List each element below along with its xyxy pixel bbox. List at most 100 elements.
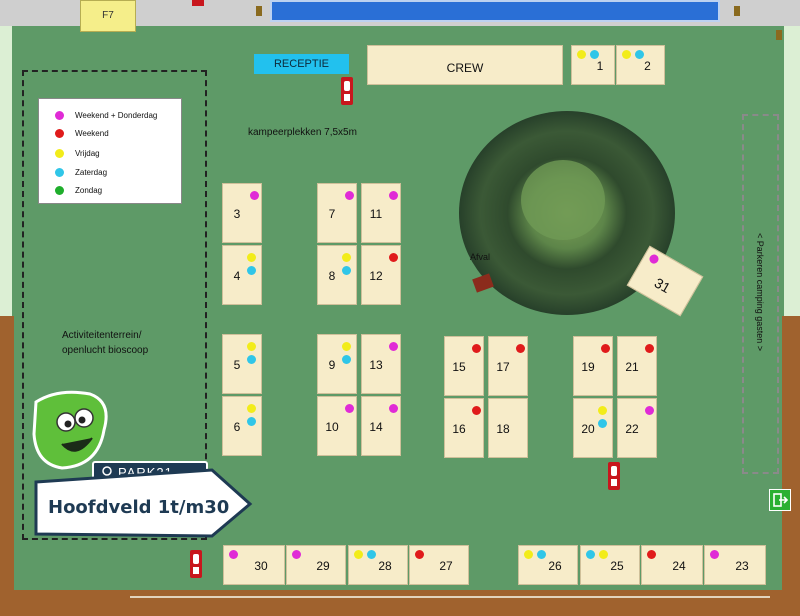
camping-plot-3: 3 [222, 183, 262, 243]
camping-plot-4: 4 [222, 245, 262, 305]
camping-plot-1: 1 [571, 45, 615, 85]
camping-plot-2: 2 [616, 45, 665, 85]
plot-number: 22 [625, 422, 639, 436]
plot-day-dot [342, 342, 351, 351]
bottom-dirt-border [0, 590, 800, 616]
plot-day-dot [389, 404, 398, 413]
plot-day-dot [472, 406, 481, 415]
fire-extinguisher-icon [190, 550, 202, 578]
camping-plot-29: 29 [286, 545, 346, 585]
plot-day-dot [598, 406, 607, 415]
camping-plot-10: 10 [317, 396, 357, 456]
plot-number: 18 [496, 422, 510, 436]
crew-area: CREW [367, 45, 563, 85]
plot-number: 7 [328, 207, 336, 221]
camping-plot-6: 6 [222, 396, 262, 456]
camping-plot-14: 14 [361, 396, 401, 456]
plot-number: 26 [548, 559, 562, 573]
plot-day-dot [635, 50, 644, 59]
water-pool [270, 0, 720, 22]
activity-area-label-line2: openlucht bioscoop [62, 345, 149, 356]
plot-day-dot [415, 550, 424, 559]
plot-number: 27 [439, 559, 453, 573]
plot-day-dot [590, 50, 599, 59]
exit-sign-icon [769, 489, 791, 511]
plot-number: 5 [233, 358, 241, 372]
camping-plot-30: 30 [223, 545, 285, 585]
plot-number: 28 [378, 559, 392, 573]
plot-day-dot [472, 344, 481, 353]
plot-number: 16 [452, 422, 466, 436]
activity-area-label-line1: Activiteitenterrein/ [62, 330, 142, 341]
plot-day-dot [524, 550, 533, 559]
plot-number: 21 [625, 360, 639, 374]
left-green-border [0, 26, 12, 316]
right-green-border [784, 26, 800, 316]
plot-number: 11 [369, 207, 383, 221]
plot-number: 9 [328, 358, 336, 372]
bottom-path [130, 596, 770, 598]
camping-plot-25: 25 [580, 545, 640, 585]
f7-label: F7 [102, 10, 114, 21]
plot-number: 17 [496, 360, 510, 374]
plot-number: 15 [452, 360, 466, 374]
fence-post [776, 30, 782, 40]
reception: RECEPTIE [254, 54, 349, 74]
fence-post [256, 6, 262, 16]
plot-number: 1 [596, 59, 604, 73]
plot-number: 20 [581, 422, 595, 436]
plot-day-dot [389, 342, 398, 351]
plot-number: 13 [369, 358, 383, 372]
f7-area: F7 [80, 0, 136, 32]
plot-number: 25 [610, 559, 624, 573]
right-dirt-border [782, 316, 800, 616]
camping-plots-note: kampeerplekken 7,5x5m [248, 127, 357, 138]
camping-plot-28: 28 [348, 545, 408, 585]
plot-day-dot [516, 344, 525, 353]
plot-number: 10 [325, 420, 339, 434]
plot-day-dot [389, 191, 398, 200]
plot-day-dot [601, 344, 610, 353]
plot-number: 2 [644, 59, 651, 73]
plot-day-dot [342, 253, 351, 262]
plot-number: 19 [581, 360, 595, 374]
camping-plot-26: 26 [518, 545, 578, 585]
plot-day-dot [645, 344, 654, 353]
camping-plot-27: 27 [409, 545, 469, 585]
plot-number: 8 [328, 269, 336, 283]
plot-day-dot [577, 50, 586, 59]
plot-day-dot [645, 406, 654, 415]
plot-day-dot [247, 253, 256, 262]
camping-plot-19: 19 [573, 336, 613, 396]
plot-number: 24 [672, 559, 686, 573]
plot-day-dot [537, 550, 546, 559]
plot-number: 4 [233, 269, 241, 283]
camping-plot-23: 23 [704, 545, 766, 585]
plot-day-dot [292, 550, 301, 559]
camping-plot-21: 21 [617, 336, 657, 396]
reception-label: RECEPTIE [273, 58, 329, 70]
mascot-icon [32, 390, 108, 470]
plot-day-dot [710, 550, 719, 559]
plot-day-dot [647, 252, 661, 266]
plot-day-dot [247, 404, 256, 413]
plot-number: 3 [233, 207, 241, 221]
camping-plot-13: 13 [361, 334, 401, 394]
plot-day-dot [647, 550, 656, 559]
plot-number: 12 [369, 269, 383, 283]
camping-plot-20: 20 [573, 398, 613, 458]
plot-number: 29 [316, 559, 330, 573]
crew-label: CREW [446, 61, 484, 75]
camping-plot-7: 7 [317, 183, 357, 243]
camping-plot-16: 16 [444, 398, 484, 458]
plot-day-dot [389, 253, 398, 262]
sign-title: Hoofdveld 1t/m30 [48, 497, 230, 518]
plot-number: 30 [254, 559, 268, 573]
camping-plot-17: 17 [488, 336, 528, 396]
camping-plot-24: 24 [641, 545, 703, 585]
plot-day-dot [354, 550, 363, 559]
plot-day-dot [345, 191, 354, 200]
plot-number: 23 [735, 559, 749, 573]
plot-day-dot [345, 404, 354, 413]
parking-label: < Parkeren camping gasten > [755, 232, 765, 352]
